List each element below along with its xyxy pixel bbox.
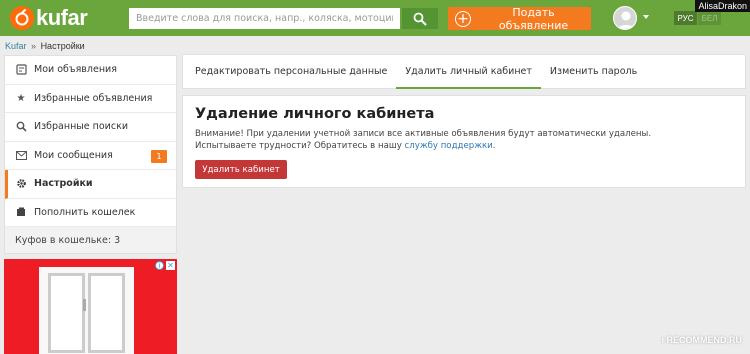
kufar-logo[interactable]: kufar bbox=[10, 5, 88, 31]
star-icon: ★ bbox=[16, 92, 26, 104]
top-header: kufar + Подать объявление РУС БЕЛ bbox=[0, 0, 750, 36]
ad-close-icon[interactable]: ✕ bbox=[166, 261, 175, 270]
settings-main: Редактировать персональные данные Удалит… bbox=[182, 54, 746, 354]
help-suffix: . bbox=[492, 141, 496, 152]
wallet-icon bbox=[15, 206, 27, 218]
tab-edit-personal-data[interactable]: Редактировать персональные данные bbox=[186, 55, 396, 88]
watermark-username: AlisaDrakon bbox=[695, 0, 750, 12]
settings-tabs: Редактировать персональные данные Удалит… bbox=[182, 54, 746, 89]
warning-line-1: Внимание! При удалении учетной записи вс… bbox=[195, 129, 652, 139]
sidebar-item-label: Избранные поиски bbox=[34, 121, 128, 133]
search-input[interactable] bbox=[129, 8, 400, 29]
plus-icon: + bbox=[455, 10, 471, 27]
advertisement-banner[interactable]: i ✕ bbox=[4, 259, 177, 354]
search-button[interactable] bbox=[402, 8, 438, 29]
ads-icon bbox=[15, 64, 27, 76]
sidebar-item-settings[interactable]: Настройки bbox=[5, 170, 176, 199]
search-bar bbox=[129, 8, 438, 29]
sidebar-item-top-up-wallet[interactable]: Пополнить кошелек bbox=[5, 199, 176, 227]
sidebar-item-messages[interactable]: Мои сообщения 1 bbox=[5, 142, 176, 170]
lang-be-toggle[interactable]: БЕЛ bbox=[698, 11, 721, 25]
tab-change-password[interactable]: Изменить пароль bbox=[541, 55, 646, 88]
sidebar-item-label: Мои сообщения bbox=[34, 149, 113, 161]
help-prefix: Испытываете трудности? Обратитесь в нашу bbox=[195, 141, 405, 152]
unread-count-badge: 1 bbox=[151, 149, 167, 163]
sidebar-item-label: Избранные объявления bbox=[34, 92, 153, 104]
breadcrumb-separator: » bbox=[31, 41, 37, 51]
sidebar-item-favorite-searches[interactable]: Избранные поиски bbox=[5, 113, 176, 142]
wallet-balance: Куфов в кошельке: 3 bbox=[5, 227, 176, 253]
warning-text: Внимание! При удалении учетной записи вс… bbox=[195, 128, 733, 152]
sidebar-item-label: Настройки bbox=[34, 178, 93, 190]
chevron-down-icon[interactable] bbox=[643, 15, 649, 19]
breadcrumb: Kufar » Настройки bbox=[5, 41, 85, 51]
sidebar-menu: Мои объявления ★ Избранные объявления Из… bbox=[4, 55, 177, 254]
user-silhouette-icon bbox=[617, 11, 635, 29]
post-ad-button[interactable]: + Подать объявление bbox=[448, 5, 591, 32]
ad-window-handle bbox=[83, 299, 86, 311]
ad-window-left bbox=[48, 273, 85, 353]
search-icon bbox=[15, 121, 27, 133]
sidebar-item-my-ads[interactable]: Мои объявления bbox=[5, 56, 176, 85]
breadcrumb-current: Настройки bbox=[40, 41, 85, 51]
watermark-logo: i RECOMMEND.RU bbox=[661, 335, 743, 345]
logo-text: kufar bbox=[36, 5, 88, 30]
ad-info-icon[interactable]: i bbox=[155, 261, 164, 270]
sidebar-item-label: Мои объявления bbox=[34, 64, 117, 76]
tab-delete-account[interactable]: Удалить личный кабинет bbox=[396, 55, 541, 89]
mail-icon bbox=[15, 149, 27, 161]
lang-ru-toggle[interactable]: РУС bbox=[674, 11, 697, 25]
delete-account-button[interactable]: Удалить кабинет bbox=[195, 160, 287, 180]
post-ad-label: Подать объявление bbox=[498, 5, 569, 32]
delete-account-card: Удаление личного кабинета Внимание! При … bbox=[182, 95, 746, 188]
logo-mark-icon bbox=[10, 6, 34, 30]
breadcrumb-home-link[interactable]: Kufar bbox=[5, 41, 27, 51]
page-title: Удаление личного кабинета bbox=[195, 106, 435, 122]
user-avatar[interactable] bbox=[613, 6, 637, 30]
search-icon bbox=[413, 12, 427, 25]
support-link[interactable]: службу поддержки bbox=[405, 141, 493, 151]
sidebar-item-label: Пополнить кошелек bbox=[34, 206, 136, 218]
gear-icon bbox=[15, 178, 27, 190]
sidebar-item-favorite-ads[interactable]: ★ Избранные объявления bbox=[5, 85, 176, 113]
ad-window-right bbox=[88, 273, 125, 353]
